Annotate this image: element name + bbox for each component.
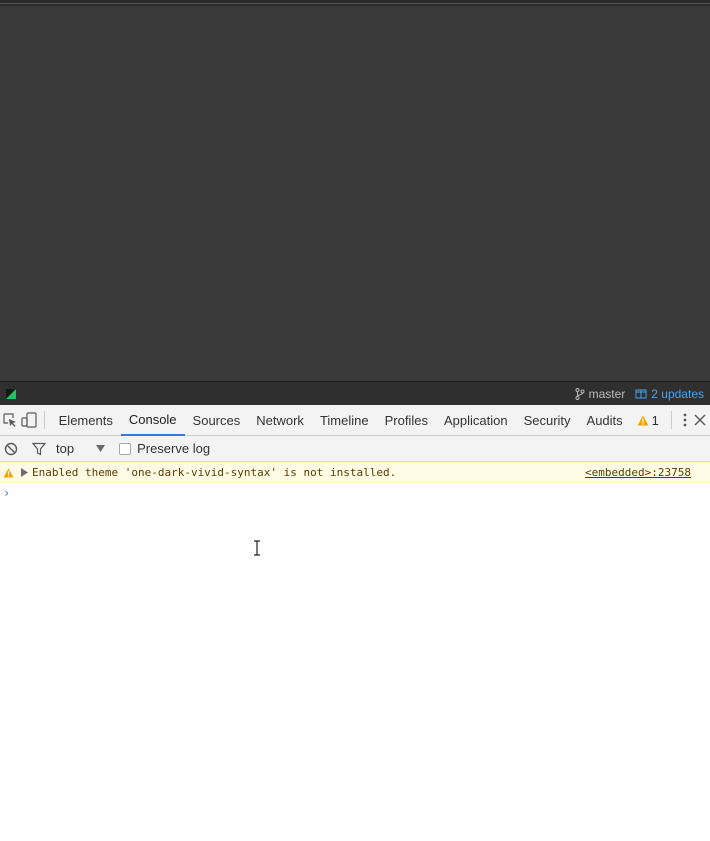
- tab-separator: [670, 411, 672, 429]
- warning-icon: [637, 415, 649, 425]
- tab-application[interactable]: Application: [436, 405, 516, 436]
- preserve-log-option[interactable]: Preserve log: [119, 441, 210, 456]
- tab-network[interactable]: Network: [248, 405, 312, 436]
- more-options-icon[interactable]: [678, 413, 693, 427]
- updates-indicator[interactable]: 2 updates: [635, 387, 704, 401]
- branch-name: master: [588, 386, 626, 401]
- warning-text: Enabled theme 'one-dark-vivid-syntax' is…: [32, 466, 397, 479]
- tab-security[interactable]: Security: [516, 405, 579, 436]
- tab-elements[interactable]: Elements: [51, 405, 121, 436]
- warning-count: 1: [651, 412, 659, 428]
- preserve-log-checkbox[interactable]: [119, 442, 132, 455]
- git-branch-icon: [575, 387, 585, 400]
- context-value: top: [56, 441, 75, 456]
- clear-console-icon[interactable]: [2, 440, 20, 458]
- console-warning-message[interactable]: Enabled theme 'one-dark-vivid-syntax' is…: [0, 462, 710, 483]
- tab-profiles[interactable]: Profiles: [377, 405, 436, 436]
- preserve-log-label: Preserve log: [137, 441, 211, 456]
- devtools-tab-bar: Elements Console Sources Network Timelin…: [0, 405, 710, 436]
- tab-separator: [44, 411, 45, 429]
- context-select[interactable]: top: [56, 441, 106, 456]
- updates-label: 2 updates: [651, 386, 704, 401]
- tab-sources[interactable]: Sources: [185, 405, 249, 436]
- editor-area[interactable]: [0, 0, 710, 381]
- close-icon[interactable]: [693, 414, 708, 426]
- tab-timeline[interactable]: Timeline: [312, 405, 377, 436]
- warning-counter[interactable]: 1: [631, 413, 665, 428]
- device-toolbar-icon[interactable]: [20, 409, 38, 431]
- prompt-chevron-icon: ›: [3, 486, 11, 500]
- warning-source-link[interactable]: <embedded>:23758: [585, 466, 691, 479]
- package-icon: [635, 389, 647, 398]
- branch-indicator[interactable]: master: [575, 386, 626, 401]
- text-cursor-icon: [254, 540, 260, 556]
- git-status-icon[interactable]: [6, 388, 16, 399]
- console-prompt[interactable]: ›: [0, 484, 710, 502]
- filter-icon[interactable]: [30, 440, 48, 458]
- status-bar: master 2 updates: [0, 381, 710, 405]
- expand-triangle-icon[interactable]: [16, 468, 32, 477]
- tab-console[interactable]: Console: [120, 405, 185, 436]
- warning-icon: [0, 467, 16, 478]
- console-toolbar: top Preserve log: [0, 436, 710, 462]
- inspect-element-icon[interactable]: [2, 409, 18, 431]
- tab-audits[interactable]: Audits: [579, 405, 631, 436]
- dropdown-arrow-icon: [96, 445, 106, 452]
